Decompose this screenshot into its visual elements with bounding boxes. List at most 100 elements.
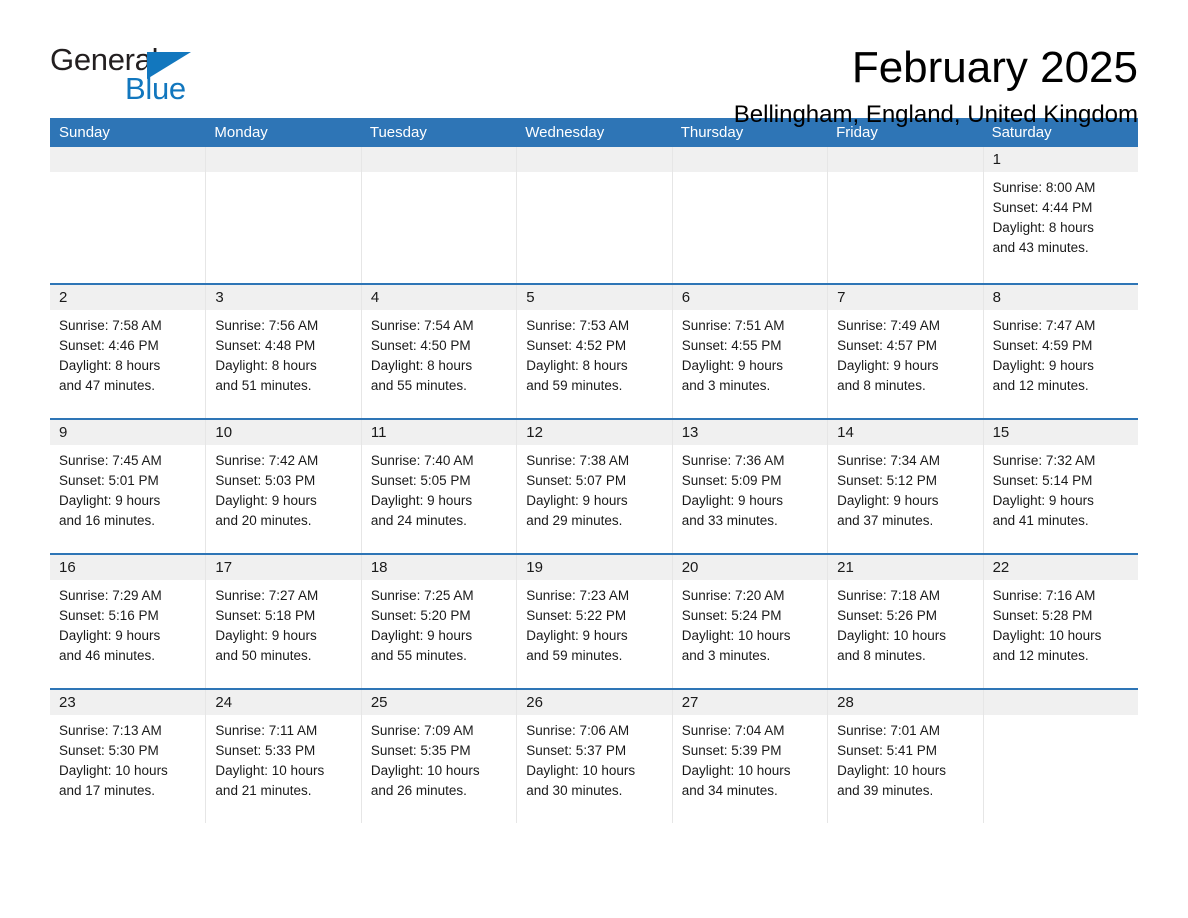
sunset-text: Sunset: 5:09 PM: [681, 473, 782, 488]
calendar-day-cell[interactable]: 13 Sunrise: 7:36 AM Sunset: 5:09 PM Dayligh…: [671, 420, 828, 553]
daylight-text-line1: Daylight: 9 hours: [370, 628, 473, 643]
daylight-text-line1: Daylight: 10 hours: [526, 763, 636, 778]
day-sun-info: Sunrise: 7:36 AM Sunset: 5:09 PM Daylight:…: [673, 445, 827, 531]
sunrise-text: Sunrise: 7:16 AM: [992, 588, 1096, 603]
day-number-band: 24: [206, 690, 361, 715]
day-sun-info: Sunrise: 7:04 AM Sunset: 5:39 PM Daylight:…: [673, 715, 827, 801]
calendar-day-cell[interactable]: 28 Sunrise: 7:01 AM Sunset: 5:41 PM Dayligh…: [827, 690, 983, 823]
calendar-day-cell[interactable]: 21 Sunrise: 7:18 AM Sunset: 5:26 PM Dayligh…: [827, 555, 983, 688]
calendar-week-row: 16 Sunrise: 7:29 AM Sunset: 5:16 PM Dayligh…: [50, 553, 1138, 688]
sunrise-text: Sunrise: 7:01 AM: [837, 723, 940, 738]
sunset-text: Sunset: 5:24 PM: [681, 608, 782, 623]
daylight-text-line1: Daylight: 10 hours: [837, 628, 946, 643]
calendar-day-cell[interactable]: 4 Sunrise: 7:54 AM Sunset: 4:50 PM Daylight…: [360, 285, 517, 418]
sunrise-text: Sunrise: 7:49 AM: [837, 318, 940, 333]
calendar-day-cell[interactable]: 9 Sunrise: 7:45 AM Sunset: 5:01 PM Daylight…: [50, 420, 206, 553]
sunrise-text: Sunrise: 7:58 AM: [59, 318, 162, 333]
daylight-text-line1: Daylight: 9 hours: [526, 493, 628, 508]
calendar-day-cell[interactable]: 1 Sunrise: 8:00 AM Sunset: 4:44 PM Daylight…: [982, 147, 1138, 283]
calendar-day-cell[interactable]: 17 Sunrise: 7:27 AM Sunset: 5:18 PM Dayligh…: [205, 555, 361, 688]
calendar-day-cell[interactable]: 24 Sunrise: 7:11 AM Sunset: 5:33 PM Dayligh…: [205, 690, 361, 823]
day-number: 5: [526, 289, 535, 306]
day-number-band: 13: [672, 420, 828, 445]
calendar-day-cell[interactable]: 15 Sunrise: 7:32 AM Sunset: 5:14 PM Dayligh…: [982, 420, 1138, 553]
calendar-day-cell-empty: [982, 690, 1138, 823]
day-number: 27: [681, 694, 699, 711]
daylight-text-line2: and 55 minutes.: [370, 648, 467, 663]
sunset-text: Sunset: 5:39 PM: [681, 743, 782, 758]
day-number: 7: [837, 289, 846, 306]
calendar-day-cell[interactable]: 16 Sunrise: 7:29 AM Sunset: 5:16 PM Dayligh…: [50, 555, 206, 688]
calendar-day-cell[interactable]: 26 Sunrise: 7:06 AM Sunset: 5:37 PM Dayligh…: [516, 690, 672, 823]
calendar-week-row: 2 Sunrise: 7:58 AM Sunset: 4:46 PM Daylight…: [50, 283, 1138, 418]
day-sun-info: Sunrise: 7:53 AM Sunset: 4:52 PM Daylight:…: [517, 310, 671, 396]
calendar-day-cell[interactable]: 5 Sunrise: 7:53 AM Sunset: 4:52 PM Daylight…: [516, 285, 672, 418]
calendar-day-cell[interactable]: 8 Sunrise: 7:47 AM Sunset: 4:59 PM Daylight…: [982, 285, 1138, 418]
daylight-text-line1: Daylight: 9 hours: [992, 493, 1094, 508]
calendar-day-cell[interactable]: 10 Sunrise: 7:42 AM Sunset: 5:03 PM Dayligh…: [205, 420, 361, 553]
daylight-text-line2: and 50 minutes.: [215, 648, 312, 663]
calendar-week-row: 1 Sunrise: 8:00 AM Sunset: 4:44 PM Daylight…: [50, 147, 1138, 283]
day-header-monday: Monday: [214, 124, 268, 141]
day-sun-info: Sunrise: 7:23 AM Sunset: 5:22 PM Daylight:…: [517, 580, 671, 666]
sunrise-text: Sunrise: 7:34 AM: [837, 453, 940, 468]
calendar-day-cell[interactable]: 25 Sunrise: 7:09 AM Sunset: 5:35 PM Dayligh…: [360, 690, 517, 823]
day-number-band: 3: [206, 285, 361, 310]
day-sun-info: Sunrise: 7:47 AM Sunset: 4:59 PM Daylight:…: [984, 310, 1138, 396]
day-number-band: 27: [672, 690, 828, 715]
day-sun-info: Sunrise: 7:38 AM Sunset: 5:07 PM Daylight:…: [517, 445, 671, 531]
calendar-day-cell[interactable]: 6 Sunrise: 7:51 AM Sunset: 4:55 PM Daylight…: [671, 285, 828, 418]
daylight-text-line1: Daylight: 8 hours: [59, 358, 161, 373]
day-sun-info: Sunrise: 7:11 AM Sunset: 5:33 PM Daylight:…: [206, 715, 360, 801]
day-sun-info: Sunrise: 7:27 AM Sunset: 5:18 PM Daylight:…: [206, 580, 360, 666]
day-sun-info: Sunrise: 7:01 AM Sunset: 5:41 PM Daylight:…: [828, 715, 982, 801]
calendar-day-cell[interactable]: 14 Sunrise: 7:34 AM Sunset: 5:12 PM Dayligh…: [827, 420, 983, 553]
daylight-text-line1: Daylight: 9 hours: [526, 628, 628, 643]
calendar-day-cell[interactable]: 19 Sunrise: 7:23 AM Sunset: 5:22 PM Dayligh…: [516, 555, 672, 688]
daylight-text-line2: and 3 minutes.: [681, 648, 771, 663]
calendar-day-cell[interactable]: 7 Sunrise: 7:49 AM Sunset: 4:57 PM Daylight…: [827, 285, 983, 418]
calendar-day-cell[interactable]: 2 Sunrise: 7:58 AM Sunset: 4:46 PM Daylight…: [50, 285, 206, 418]
sunset-text: Sunset: 4:46 PM: [59, 338, 159, 353]
page-header: General Blue February 2025 Bellingham, E…: [50, 0, 1138, 126]
daylight-text-line2: and 8 minutes.: [837, 378, 926, 393]
daylight-text-line1: Daylight: 10 hours: [992, 628, 1102, 643]
sunrise-text: Sunrise: 7:42 AM: [215, 453, 319, 468]
sunrise-text: Sunrise: 7:29 AM: [59, 588, 162, 603]
daylight-text-line2: and 17 minutes.: [59, 783, 156, 798]
generalblue-logo[interactable]: General Blue: [50, 44, 200, 106]
daylight-text-line1: Daylight: 8 hours: [370, 358, 473, 373]
calendar-day-cell-empty: [205, 147, 361, 283]
day-sun-info: Sunrise: 7:40 AM Sunset: 5:05 PM Daylight:…: [362, 445, 516, 531]
day-sun-info: Sunrise: 7:54 AM Sunset: 4:50 PM Daylight:…: [362, 310, 516, 396]
sunrise-text: Sunrise: 7:25 AM: [370, 588, 474, 603]
daylight-text-line2: and 34 minutes.: [681, 783, 778, 798]
sunrise-text: Sunrise: 7:13 AM: [59, 723, 162, 738]
daylight-text-line2: and 59 minutes.: [526, 648, 623, 663]
calendar-day-cell[interactable]: 22 Sunrise: 7:16 AM Sunset: 5:28 PM Dayligh…: [982, 555, 1138, 688]
day-number: 17: [215, 559, 233, 576]
day-number: 21: [837, 559, 854, 576]
day-number-band: 14: [828, 420, 983, 445]
calendar-day-cell[interactable]: 11 Sunrise: 7:40 AM Sunset: 5:05 PM Dayligh…: [360, 420, 517, 553]
daylight-text-line1: Daylight: 10 hours: [837, 763, 946, 778]
daylight-text-line2: and 16 minutes.: [59, 513, 156, 528]
daylight-text-line2: and 39 minutes.: [837, 783, 934, 798]
calendar-day-cell[interactable]: 20 Sunrise: 7:20 AM Sunset: 5:24 PM Dayligh…: [671, 555, 828, 688]
day-sun-info: Sunrise: 7:16 AM Sunset: 5:28 PM Daylight:…: [984, 580, 1138, 666]
calendar-day-cell[interactable]: 18 Sunrise: 7:25 AM Sunset: 5:20 PM Dayligh…: [360, 555, 517, 688]
calendar-day-cell-empty: [516, 147, 672, 283]
sunset-text: Sunset: 5:26 PM: [837, 608, 937, 623]
day-number-band: [50, 147, 206, 172]
day-number: 3: [215, 289, 224, 306]
sunset-text: Sunset: 5:37 PM: [526, 743, 627, 758]
sunset-text: Sunset: 4:44 PM: [992, 200, 1093, 215]
daylight-text-line1: Daylight: 10 hours: [370, 763, 480, 778]
calendar-week-row: 9 Sunrise: 7:45 AM Sunset: 5:01 PM Daylight…: [50, 418, 1138, 553]
calendar-day-cell[interactable]: 27 Sunrise: 7:04 AM Sunset: 5:39 PM Dayligh…: [671, 690, 828, 823]
calendar-day-cell[interactable]: 12 Sunrise: 7:38 AM Sunset: 5:07 PM Dayligh…: [516, 420, 672, 553]
calendar-day-cell[interactable]: 23 Sunrise: 7:13 AM Sunset: 5:30 PM Dayligh…: [50, 690, 206, 823]
calendar-day-cell[interactable]: 3 Sunrise: 7:56 AM Sunset: 4:48 PM Daylight…: [205, 285, 361, 418]
daylight-text-line1: Daylight: 10 hours: [681, 763, 791, 778]
sunrise-text: Sunrise: 7:18 AM: [837, 588, 940, 603]
